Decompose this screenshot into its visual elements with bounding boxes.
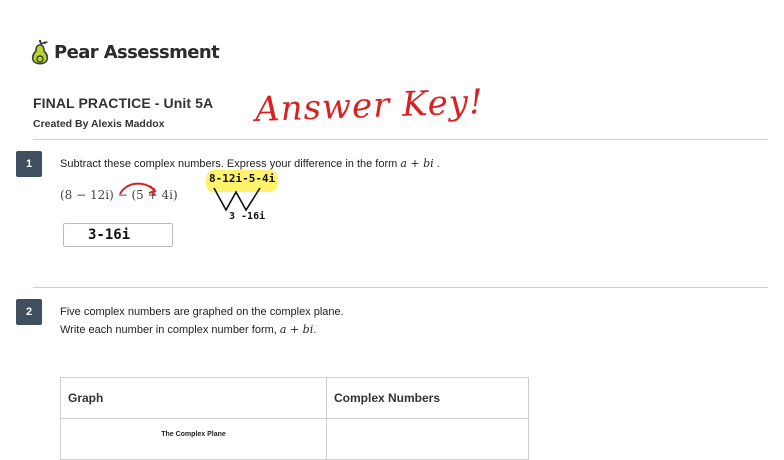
handwritten-work-text: 8-12i-5-4i bbox=[209, 172, 276, 185]
question-2-line-1: Five complex numbers are graphed on the … bbox=[60, 306, 344, 318]
question-number-badge: 2 bbox=[16, 299, 42, 325]
question-number-badge: 1 bbox=[16, 151, 42, 177]
complex-numbers-cell bbox=[326, 418, 529, 460]
question-2-line-2: Write each number in complex number form… bbox=[60, 323, 316, 336]
divider bbox=[33, 287, 768, 288]
form-expression: a + bi bbox=[400, 157, 434, 170]
question-1-text-end: . bbox=[433, 158, 440, 170]
divider bbox=[33, 139, 768, 140]
answer-key-annotation: Answer Key! bbox=[254, 82, 485, 130]
table-header-graph: Graph bbox=[60, 377, 327, 419]
question-2-text-end: . bbox=[313, 324, 317, 336]
question-1-prompt: Subtract these complex numbers. Express … bbox=[60, 157, 440, 170]
pear-icon bbox=[31, 39, 49, 65]
author-label: Created By Alexis Maddox bbox=[33, 118, 165, 130]
form-expression: a + bi bbox=[279, 323, 314, 336]
graph-table: Graph Complex Numbers The Complex Plane bbox=[60, 377, 529, 460]
distribute-arrow-annotation bbox=[119, 182, 157, 196]
handwritten-result: 3 -16i bbox=[229, 211, 266, 222]
question-1-text: Subtract these complex numbers. Express … bbox=[60, 158, 398, 170]
complex-plane-title: The Complex Plane bbox=[161, 431, 226, 438]
brand-name: Pear Assessment bbox=[54, 41, 220, 63]
graph-cell: The Complex Plane bbox=[60, 418, 327, 460]
app-logo: Pear Assessment bbox=[30, 37, 220, 67]
assessment-title: FINAL PRACTICE - Unit 5A bbox=[33, 95, 214, 111]
answer-input[interactable]: 3-16i bbox=[63, 223, 173, 247]
question-2-text: Write each number in complex number form… bbox=[60, 324, 277, 336]
table-header-complex-numbers: Complex Numbers bbox=[326, 377, 529, 419]
